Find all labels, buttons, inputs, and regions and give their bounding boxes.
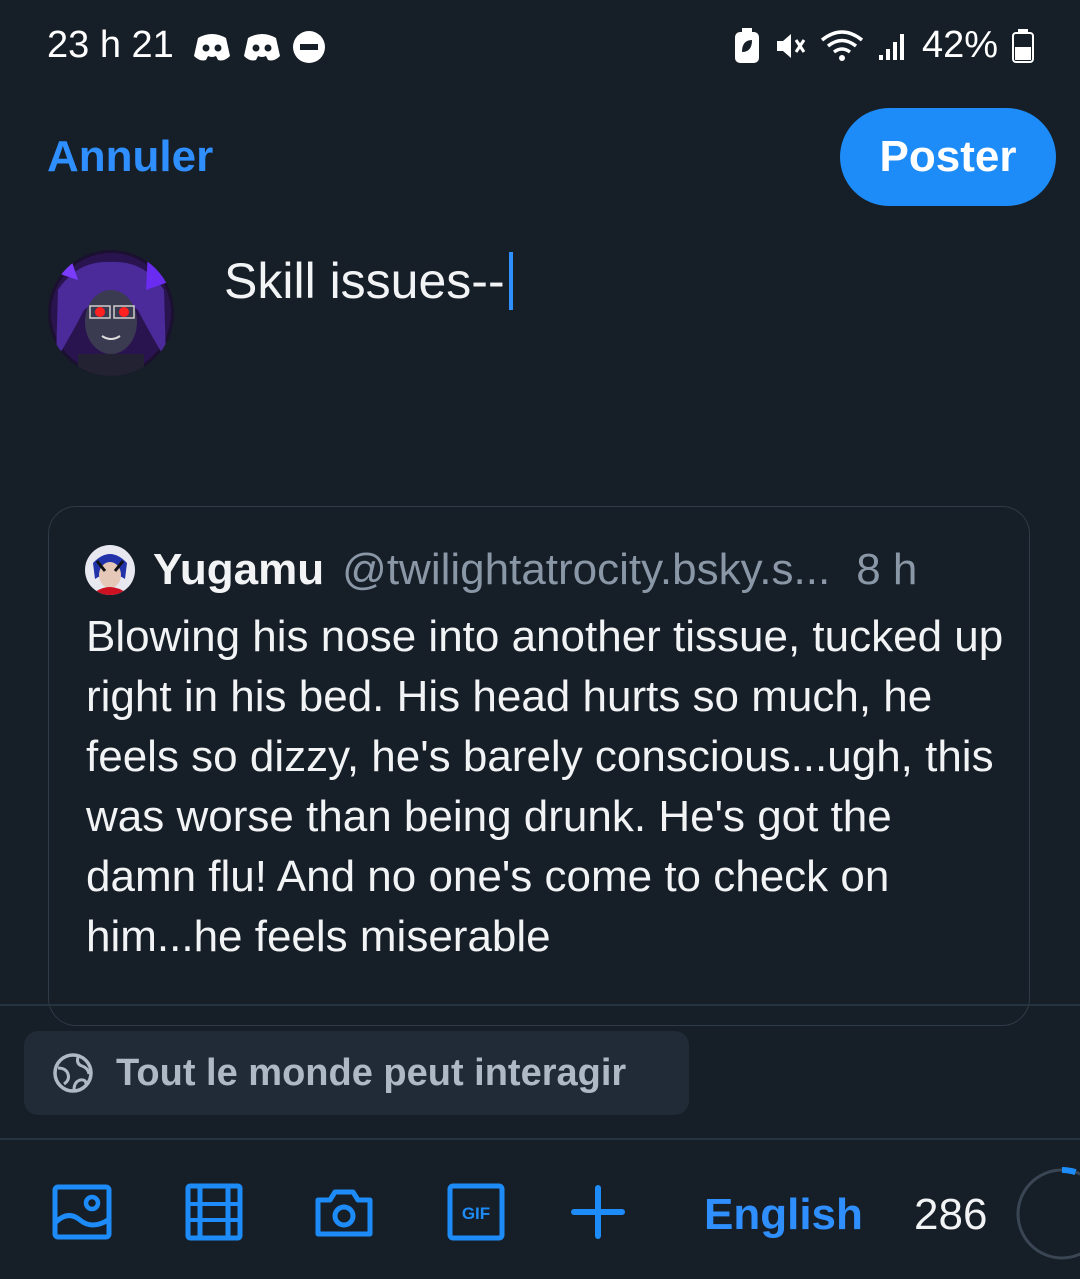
post-text: Skill issues-- — [224, 253, 505, 309]
notification-icons — [192, 30, 326, 64]
mute-vibrate-icon — [776, 33, 806, 58]
battery-saver-icon — [734, 27, 759, 63]
battery-icon — [1012, 28, 1034, 63]
text-cursor — [508, 252, 513, 310]
image-icon[interactable] — [52, 1182, 112, 1242]
status-time: 23 h 21 — [47, 24, 174, 66]
quoted-author-avatar — [85, 545, 135, 595]
plus-icon[interactable] — [568, 1182, 628, 1242]
interaction-settings-label: Tout le monde peut interagir — [116, 1051, 627, 1094]
video-icon[interactable] — [184, 1182, 244, 1242]
system-icons: 42% — [734, 24, 1034, 67]
quoted-post-time: 8 h — [856, 545, 918, 594]
quoted-post-body: Blowing his nose into another tissue, tu… — [86, 612, 1004, 961]
do-not-disturb-icon — [293, 31, 325, 63]
composer-toolbar: GIF English 286 — [0, 1160, 1080, 1270]
battery-percent: 42% — [921, 24, 998, 66]
cancel-button[interactable]: Annuler — [47, 132, 213, 182]
discord-icon — [244, 34, 280, 61]
divider — [0, 1138, 1080, 1140]
quoted-author-name: Yugamu — [153, 545, 325, 594]
post-button[interactable]: Poster — [840, 108, 1056, 206]
character-count: 286 — [914, 1190, 988, 1239]
signal-icon — [878, 33, 904, 60]
status-bar: 23 h 21 42% — [0, 0, 1080, 96]
wifi-icon — [820, 29, 864, 61]
quoted-author-handle: @twilightatrocity.bsky.s... — [342, 545, 831, 594]
user-avatar[interactable] — [48, 250, 174, 376]
divider — [0, 1004, 1080, 1006]
discord-icon — [194, 34, 230, 61]
post-text-input[interactable]: Skill issues-- — [224, 252, 513, 310]
quoted-post[interactable]: Yugamu @twilightatrocity.bsky.s... 8 h B… — [48, 506, 1030, 1026]
interaction-settings-button[interactable]: Tout le monde peut interagir — [24, 1031, 689, 1115]
globe-icon — [53, 1053, 93, 1093]
svg-text:GIF: GIF — [462, 1204, 490, 1223]
character-progress-ring — [1015, 1167, 1080, 1261]
language-selector[interactable]: English — [704, 1190, 863, 1240]
gif-icon[interactable]: GIF — [446, 1182, 506, 1242]
quoted-post-header: Yugamu @twilightatrocity.bsky.s... 8 h — [85, 545, 917, 595]
camera-icon[interactable] — [314, 1182, 374, 1242]
